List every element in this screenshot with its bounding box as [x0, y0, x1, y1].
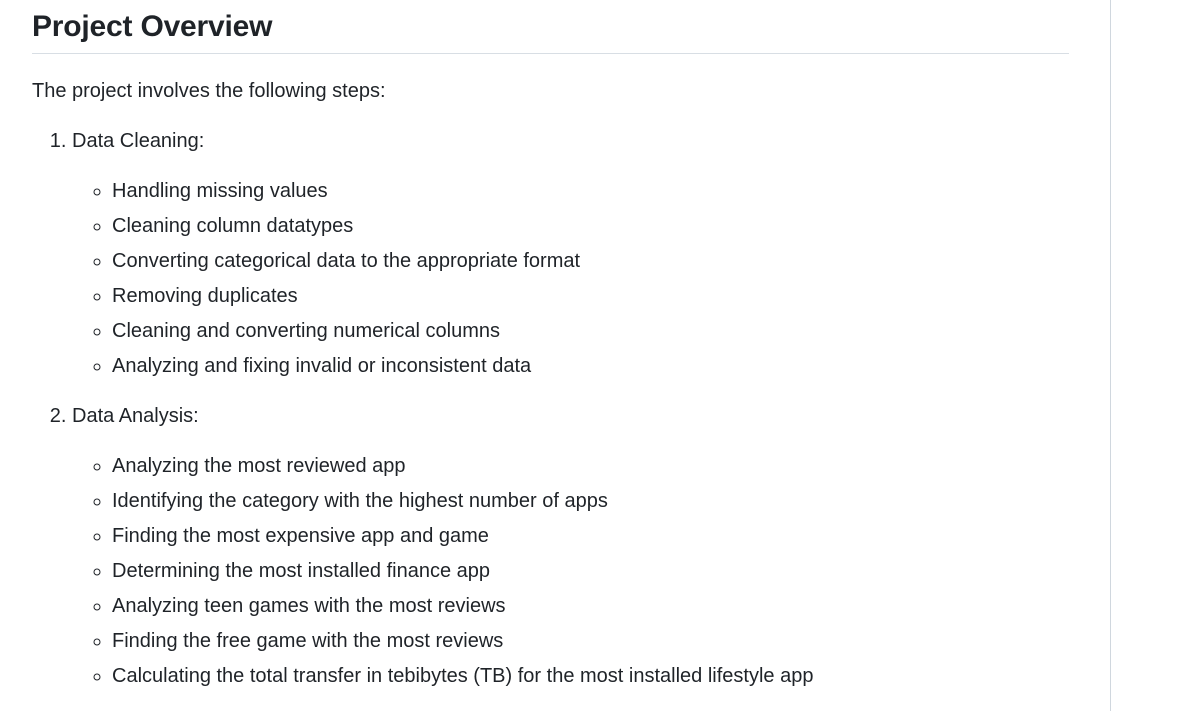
list-item: Cleaning column datatypes: [112, 213, 1069, 239]
substeps-list: Analyzing the most reviewed app Identify…: [72, 453, 1069, 689]
list-item: Removing duplicates: [112, 283, 1069, 309]
step-data-cleaning: Data Cleaning: Handling missing values C…: [72, 128, 1069, 379]
list-item: Analyzing the most reviewed app: [112, 453, 1069, 479]
page-title: Project Overview: [32, 0, 1069, 54]
step-label: Data Analysis:: [72, 405, 199, 427]
readme-content: Project Overview The project involves th…: [32, 0, 1069, 689]
list-item: Calculating the total transfer in tebiby…: [112, 663, 1069, 689]
steps-list: Data Cleaning: Handling missing values C…: [32, 128, 1069, 689]
list-item: Analyzing teen games with the most revie…: [112, 593, 1069, 619]
intro-text: The project involves the following steps…: [32, 80, 386, 102]
list-item: Finding the most expensive app and game: [112, 523, 1069, 549]
list-item: Finding the free game with the most revi…: [112, 628, 1069, 654]
sidebar-divider: [1110, 0, 1111, 711]
step-label: Data Cleaning:: [72, 130, 205, 152]
list-item: Identifying the category with the highes…: [112, 488, 1069, 514]
list-item: Determining the most installed finance a…: [112, 558, 1069, 584]
list-item: Cleaning and converting numerical column…: [112, 318, 1069, 344]
step-data-analysis: Data Analysis: Analyzing the most review…: [72, 403, 1069, 689]
list-item: Handling missing values: [112, 178, 1069, 204]
substeps-list: Handling missing values Cleaning column …: [72, 178, 1069, 379]
list-item: Converting categorical data to the appro…: [112, 248, 1069, 274]
list-item: Analyzing and fixing invalid or inconsis…: [112, 353, 1069, 379]
